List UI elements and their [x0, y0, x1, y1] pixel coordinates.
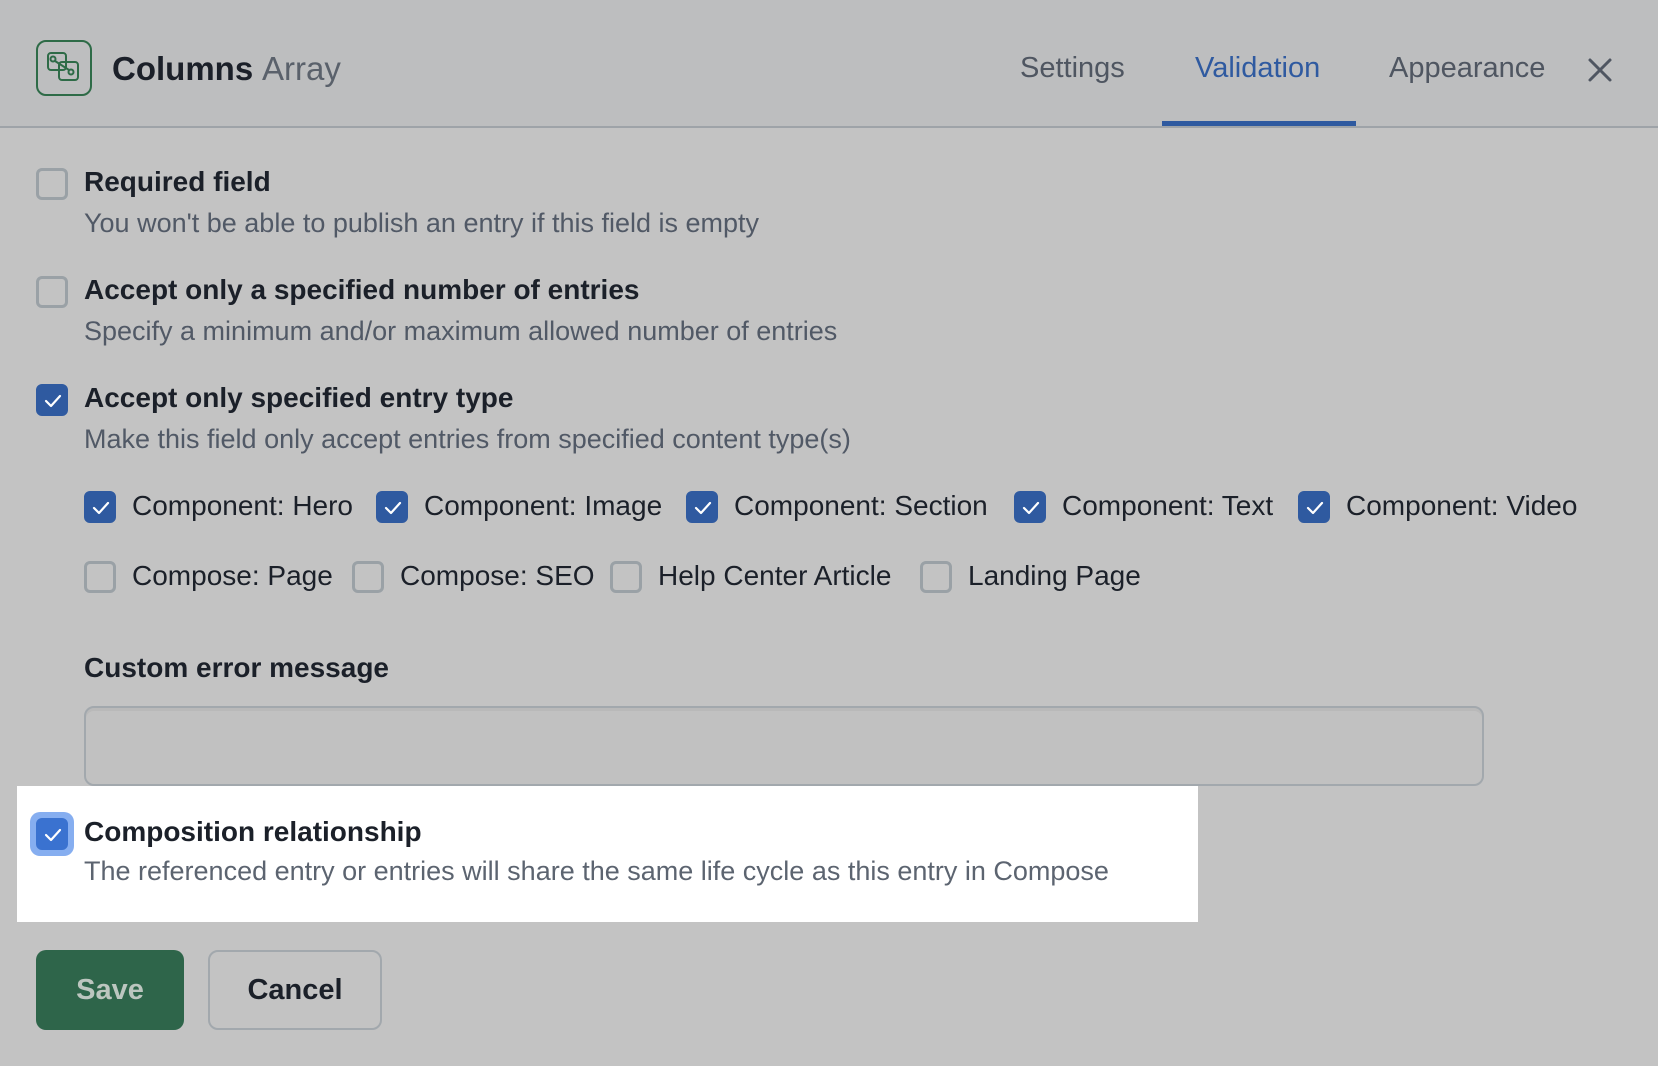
entry-type-option-label: Component: Video — [1346, 490, 1578, 521]
dialog-header: Columns Array Settings Validation Appear… — [0, 0, 1658, 128]
check-icon — [44, 394, 62, 408]
check-icon — [384, 501, 402, 515]
entry-type-option-checkbox[interactable] — [84, 491, 116, 523]
check-icon — [44, 828, 62, 842]
required-field-checkbox[interactable] — [36, 168, 68, 200]
custom-error-input[interactable] — [84, 706, 1484, 786]
check-icon — [92, 501, 110, 515]
entry-type-option-checkbox[interactable] — [376, 491, 408, 523]
tab-settings[interactable]: Settings — [1020, 52, 1125, 85]
close-button[interactable] — [1586, 56, 1614, 84]
entries-count-checkbox[interactable] — [36, 276, 68, 308]
entry-type-option-label: Component: Section — [734, 490, 988, 521]
composition-relationship-section — [17, 786, 1198, 922]
entry-type-option-checkbox[interactable] — [920, 561, 952, 593]
entry-type-option-checkbox[interactable] — [1298, 491, 1330, 523]
entry-type-label: Accept only specified entry type — [84, 382, 514, 413]
entry-type-option-label: Landing Page — [968, 560, 1141, 591]
field-type: Array — [262, 50, 341, 87]
entry-type-option-checkbox[interactable] — [610, 561, 642, 593]
check-icon — [694, 501, 712, 515]
entry-type-option-checkbox[interactable] — [352, 561, 384, 593]
content-type-array-icon — [36, 40, 92, 96]
entries-count-description: Specify a minimum and/or maximum allowed… — [84, 316, 838, 346]
active-tab-indicator — [1162, 121, 1356, 126]
entry-type-option-label: Component: Image — [424, 490, 663, 521]
required-field-description: You won't be able to publish an entry if… — [84, 208, 760, 238]
composition-checkbox-focus-ring — [30, 812, 74, 856]
entry-type-option-checkbox[interactable] — [1014, 491, 1046, 523]
entry-type-checkbox[interactable] — [36, 384, 68, 416]
check-icon — [1022, 501, 1040, 515]
entries-count-label: Accept only a specified number of entrie… — [84, 274, 640, 305]
composition-relationship-checkbox[interactable] — [36, 818, 68, 850]
entry-type-option-label: Compose: SEO — [400, 560, 595, 591]
field-title: Columns — [112, 50, 254, 87]
entry-type-option-checkbox[interactable] — [84, 561, 116, 593]
entry-type-option-label: Compose: Page — [132, 560, 333, 591]
tab-appearance[interactable]: Appearance — [1389, 52, 1545, 85]
required-field-label: Required field — [84, 166, 271, 197]
entry-type-option-checkbox[interactable] — [686, 491, 718, 523]
entry-type-description: Make this field only accept entries from… — [84, 424, 851, 454]
close-icon — [1588, 58, 1612, 82]
entry-type-option-label: Help Center Article — [658, 560, 892, 591]
cancel-button[interactable]: Cancel — [208, 950, 382, 1030]
check-icon — [1306, 501, 1324, 515]
tab-validation[interactable]: Validation — [1195, 52, 1320, 85]
custom-error-label: Custom error message — [84, 652, 390, 683]
entry-type-option-label: Component: Hero — [132, 490, 354, 521]
entry-type-option-label: Component: Text — [1062, 490, 1274, 521]
composition-relationship-description: The referenced entry or entries will sha… — [84, 856, 1109, 886]
save-button[interactable]: Save — [36, 950, 184, 1030]
composition-relationship-label: Composition relationship — [84, 816, 422, 847]
